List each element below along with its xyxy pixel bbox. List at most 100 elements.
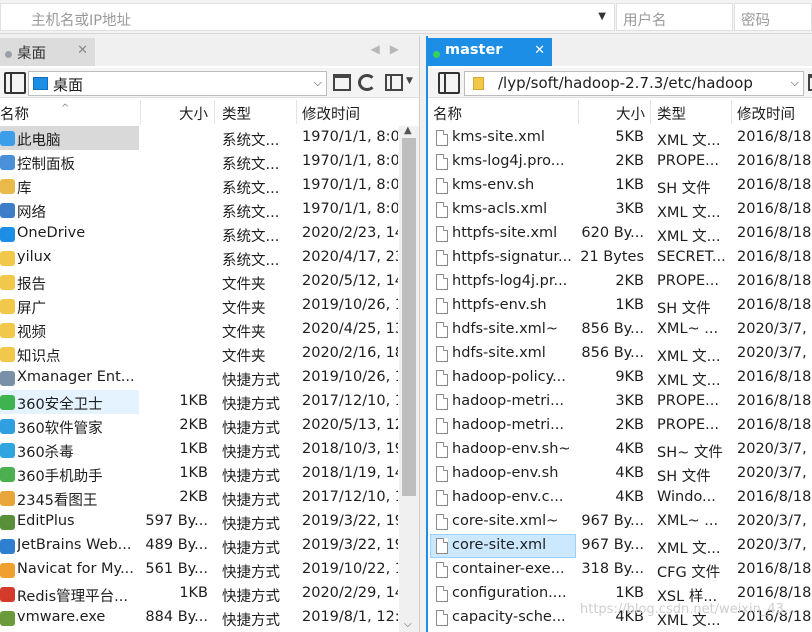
- list-item[interactable]: Redis管理平台... 1KB 快捷方式 2020/2/29, 14: [0, 582, 419, 606]
- file-size: 1KB: [179, 441, 208, 457]
- list-item[interactable]: 360安全卫士 1KB 快捷方式 2017/12/10, 1: [0, 390, 419, 414]
- scrollbar-thumb[interactable]: [402, 138, 416, 496]
- file-name: 360手机助手: [17, 469, 103, 485]
- list-item[interactable]: Navicat for My... 561 By... 快捷方式 2019/10/22…: [0, 558, 419, 582]
- file-modified: 2016/8/18: [737, 417, 812, 433]
- file-name: 2345看图王: [17, 493, 98, 509]
- file-size: 1KB: [179, 585, 208, 601]
- username-input[interactable]: 用户名: [616, 3, 733, 31]
- open-folder-icon[interactable]: [333, 74, 351, 91]
- chevron-down-icon[interactable]: ⌵: [791, 76, 799, 90]
- list-item[interactable]: hadoop-env.sh~ 4KB SH~ 文件 2020/3/7,: [428, 438, 812, 462]
- list-item[interactable]: 360软件管家 2KB 快捷方式 2020/5/13, 12: [0, 414, 419, 438]
- pane-layout-icon[interactable]: [438, 72, 460, 94]
- list-item[interactable]: 此电脑 系统文... 1970/1/1, 8:0: [0, 126, 419, 150]
- column-size[interactable]: 大小: [616, 103, 645, 124]
- file-icon: [436, 298, 448, 314]
- file-name: kms-acls.xml: [452, 201, 548, 217]
- column-type[interactable]: 类型: [657, 103, 686, 124]
- column-modified[interactable]: 修改时间: [302, 103, 360, 124]
- list-item[interactable]: JetBrains Web... 489 By... 快捷方式 2019/3/22, …: [0, 534, 419, 558]
- list-item[interactable]: 知识点 文件夹 2020/2/16, 18: [0, 342, 419, 366]
- close-icon[interactable]: ✕: [534, 43, 545, 58]
- file-name: 360杀毒: [17, 445, 74, 461]
- file-modified: 2020/3/7,: [737, 345, 807, 361]
- file-icon: [436, 442, 448, 458]
- scroll-up-icon[interactable]: ▲: [404, 125, 412, 136]
- view-mode-icon[interactable]: [385, 74, 403, 91]
- local-path-input[interactable]: 桌面 ⌵: [28, 71, 327, 96]
- close-icon[interactable]: ✕: [77, 43, 88, 58]
- list-item[interactable]: hadoop-policy... 9KB XML 文... 2016/8/18: [428, 366, 812, 390]
- local-scrollbar[interactable]: ▲ ⌵: [399, 125, 419, 632]
- list-item[interactable]: hdfs-site.xml 856 By... XML 文... 2020/3/7,: [428, 342, 812, 366]
- list-item[interactable]: 2345看图王 2KB 快捷方式 2017/12/10, 1: [0, 486, 419, 510]
- file-type: 快捷方式: [222, 613, 280, 629]
- file-modified: 2018/1/19, 14: [302, 465, 398, 481]
- list-item[interactable]: hadoop-env.sh 4KB SH 文件 2020/3/7,: [428, 462, 812, 486]
- list-item[interactable]: kms-site.xml 5KB XML 文... 2016/8/18: [428, 126, 812, 150]
- open-folder-icon[interactable]: [808, 74, 812, 91]
- list-item[interactable]: 报告 文件夹 2020/5/12, 14: [0, 270, 419, 294]
- tab-desktop[interactable]: 桌面 ✕: [0, 38, 95, 66]
- column-name[interactable]: 名称: [433, 103, 462, 124]
- column-modified[interactable]: 修改时间: [737, 103, 795, 124]
- file-modified: 2020/5/13, 12: [302, 417, 398, 433]
- file-name: 360软件管家: [17, 421, 103, 437]
- refresh-icon[interactable]: [358, 74, 376, 91]
- column-type[interactable]: 类型: [222, 103, 251, 124]
- file-modified: 1970/1/1, 8:0: [302, 153, 398, 169]
- file-name: configuration....: [452, 585, 567, 601]
- list-item[interactable]: hadoop-metri... 3KB PROPE... 2016/8/18: [428, 390, 812, 414]
- host-dropdown-icon[interactable]: ▼: [598, 11, 606, 22]
- list-item[interactable]: httpfs-signatur... 21 Bytes SECRET... 2016/…: [428, 246, 812, 270]
- file-name: httpfs-site.xml: [452, 225, 558, 241]
- list-item[interactable]: 库 系统文... 1970/1/1, 8:0: [0, 174, 419, 198]
- column-name[interactable]: 名称: [0, 103, 29, 124]
- tab-scroll-arrows[interactable]: ◀▶: [371, 42, 409, 56]
- tab-master[interactable]: master ✕: [428, 38, 552, 66]
- list-item[interactable]: container-exe... 318 By... CFG 文件 2016/8/18: [428, 558, 812, 582]
- list-item[interactable]: 360杀毒 1KB 快捷方式 2018/10/3, 19: [0, 438, 419, 462]
- list-item[interactable]: hadoop-metri... 2KB PROPE... 2016/8/18: [428, 414, 812, 438]
- pane-layout-icon[interactable]: [4, 72, 26, 94]
- list-item[interactable]: hdfs-site.xml~ 856 By... XML~ ... 2020/3/7,: [428, 318, 812, 342]
- list-item[interactable]: OneDrive 系统文... 2020/2/23, 14: [0, 222, 419, 246]
- file-size: 318 By...: [581, 561, 644, 577]
- list-item[interactable]: core-site.xml~ 967 By... XML~ ... 2020/3/7,: [428, 510, 812, 534]
- list-item[interactable]: core-site.xml 967 By... XML 文... 2020/3/7,: [428, 534, 812, 558]
- file-name: core-site.xml~: [452, 513, 559, 529]
- host-input[interactable]: 主机名或IP地址 ▼: [0, 3, 615, 31]
- remote-path-input[interactable]: /lyp/soft/hadoop-2.7.3/etc/hadoop ⌵: [464, 71, 804, 96]
- file-name: httpfs-signatur...: [452, 249, 572, 265]
- list-item[interactable]: 屏广 文件夹 2019/10/26, 1: [0, 294, 419, 318]
- list-item[interactable]: kms-acls.xml 3KB XML 文... 2016/8/18: [428, 198, 812, 222]
- file-type: 系统文...: [222, 133, 280, 149]
- view-dropdown-icon[interactable]: ▼: [406, 76, 413, 86]
- list-item[interactable]: 网络 系统文... 1970/1/1, 8:0: [0, 198, 419, 222]
- list-item[interactable]: 控制面板 系统文... 1970/1/1, 8:0: [0, 150, 419, 174]
- column-size[interactable]: 大小: [179, 103, 208, 124]
- file-modified: 2017/12/10, 1: [302, 393, 398, 409]
- list-item[interactable]: EditPlus 597 By... 快捷方式 2019/3/22, 19: [0, 510, 419, 534]
- password-input[interactable]: 密码: [734, 3, 812, 31]
- file-size: 2KB: [615, 417, 644, 433]
- file-modified: 2016/8/18: [737, 489, 812, 505]
- list-item[interactable]: 360手机助手 1KB 快捷方式 2018/1/19, 14: [0, 462, 419, 486]
- file-type: SH 文件: [657, 469, 711, 485]
- list-item[interactable]: Xmanager Ent... 快捷方式 2019/10/26, 1: [0, 366, 419, 390]
- list-item[interactable]: hadoop-env.c... 4KB Windo... 2016/8/18: [428, 486, 812, 510]
- chevron-down-icon[interactable]: ⌵: [314, 76, 322, 90]
- list-item[interactable]: httpfs-site.xml 620 By... XML 文... 2016/8/1…: [428, 222, 812, 246]
- list-item[interactable]: kms-env.sh 1KB SH 文件 2016/8/18: [428, 174, 812, 198]
- file-size: 1KB: [179, 393, 208, 409]
- list-item[interactable]: kms-log4j.pro... 2KB PROPE... 2016/8/18: [428, 150, 812, 174]
- list-item[interactable]: httpfs-log4j.pr... 2KB PROPE... 2016/8/18: [428, 270, 812, 294]
- scroll-down-icon[interactable]: ⌵: [404, 619, 412, 630]
- vmware-icon: [0, 611, 15, 626]
- file-name: container-exe...: [452, 561, 565, 577]
- list-item[interactable]: vmware.exe 884 By... 快捷方式 2019/8/1, 12:: [0, 606, 419, 630]
- list-item[interactable]: httpfs-env.sh 1KB SH 文件 2016/8/18: [428, 294, 812, 318]
- list-item[interactable]: yilux 系统文... 2020/4/17, 23: [0, 246, 419, 270]
- list-item[interactable]: 视频 文件夹 2020/4/25, 13: [0, 318, 419, 342]
